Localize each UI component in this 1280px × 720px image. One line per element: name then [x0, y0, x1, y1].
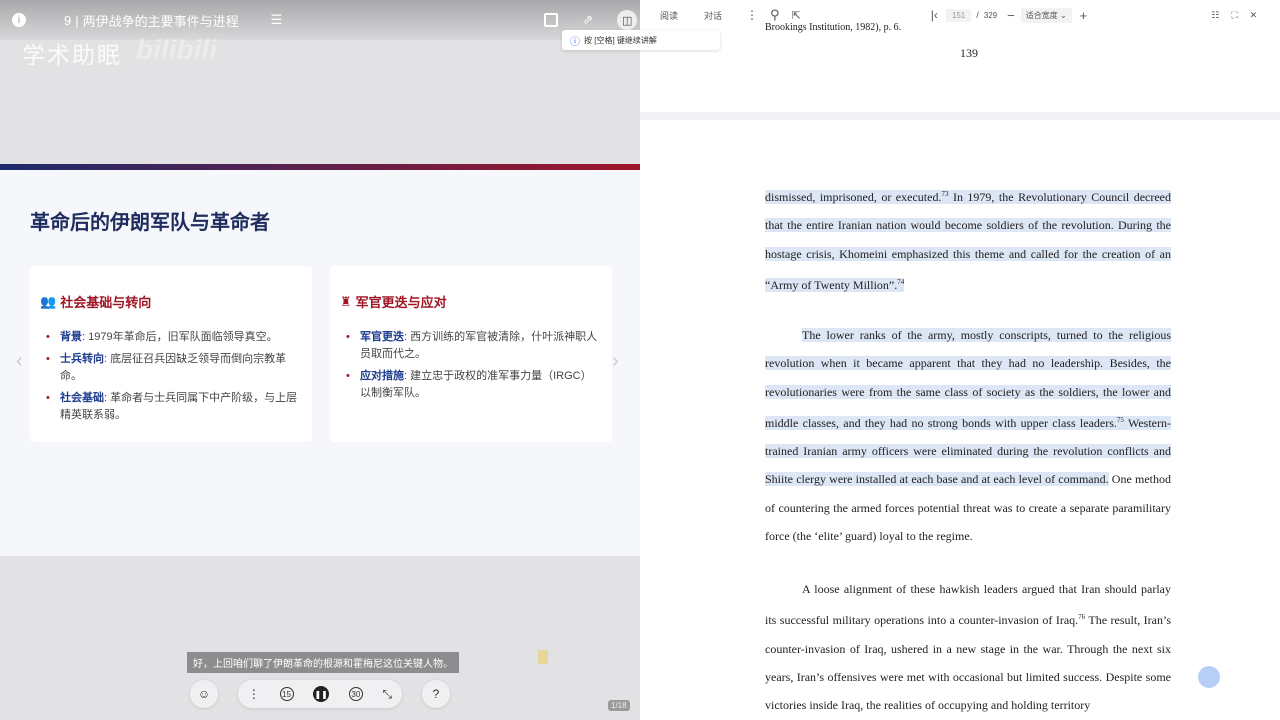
zoom-select[interactable]: 适合宽度 ⌄: [1020, 7, 1072, 23]
slide: 革命后的伊朗军队与革命者 👥社会基础与转向 背景: 1979年革命后，旧军队面临…: [0, 164, 640, 556]
top-bar: i 9 | 两伊战争的主要事件与进程 ☰ ⇗ ◫: [0, 0, 640, 40]
sidebar-toggle-icon[interactable]: [544, 13, 559, 27]
menu-icon[interactable]: ☰: [271, 12, 283, 28]
footnote: Brookings Institution, 1982), p. 6.: [765, 22, 902, 33]
outline-icon[interactable]: ☷: [1211, 10, 1219, 21]
playback-controls: ⋮ 15 ❚❚ 30 ⤡: [238, 680, 402, 708]
assistant-button[interactable]: [1198, 666, 1220, 688]
page-number: 139: [960, 46, 978, 60]
page-input[interactable]: 151: [945, 8, 972, 22]
card-social-basis: 👥社会基础与转向 背景: 1979年革命后，旧军队面临领导真空。 士兵转向: 底…: [30, 266, 312, 442]
next-slide-icon[interactable]: ›: [612, 350, 619, 373]
bilibili-logo: bilibili: [136, 34, 217, 65]
info-icon[interactable]: i: [12, 13, 26, 27]
slide-counter: 1/18: [608, 700, 630, 711]
paragraph: dismissed, imprisoned, or executed.73 In…: [765, 190, 1172, 292]
page-sep: /: [976, 10, 979, 20]
card-officer-change: ♜军官更迭与应对 军官更迭: 西方训练的军官被清除，什叶派神职人员取而代之。 应…: [330, 266, 612, 442]
prev-slide-icon[interactable]: ‹: [16, 350, 23, 373]
card-title: 军官更迭与应对: [355, 295, 447, 310]
select-icon[interactable]: ⇱: [792, 9, 801, 22]
help-icon: ?: [432, 687, 440, 701]
slide-title: 革命后的伊朗军队与革命者: [30, 212, 270, 234]
video-panel: i 9 | 两伊战争的主要事件与进程 ☰ ⇗ ◫ 学术助眠 bilibili ⓘ…: [0, 0, 720, 720]
pause-button[interactable]: ❚❚: [313, 686, 330, 702]
pdf-reader: 阅读 对话 ⋮ ⚲ ⇱ |‹ 151 / 329 − 适合宽度 ⌄ + ☷ ⛶ …: [640, 0, 1280, 720]
share-icon[interactable]: ⇗: [582, 12, 593, 28]
more-icon[interactable]: ⋮: [248, 687, 260, 701]
divider: |: [75, 12, 79, 28]
watermark: 学术助眠: [22, 42, 122, 68]
avatar-button[interactable]: ☺: [190, 680, 218, 708]
paragraph: The lower ranks of the army, mostly cons…: [765, 328, 1172, 544]
help-button[interactable]: ?: [422, 680, 450, 708]
tooltip: ⓘ 按 [空格] 键继续讲解: [562, 30, 720, 50]
paragraph: A loose alignment of these hawkish leade…: [765, 582, 1172, 713]
card-title: 社会基础与转向: [60, 295, 152, 310]
episode-title: 两伊战争的主要事件与进程: [82, 13, 239, 29]
zoom-in-icon[interactable]: +: [1080, 8, 1088, 23]
cursor-icon: [538, 650, 548, 664]
fullscreen-icon[interactable]: ⛶: [1231, 10, 1237, 21]
close-icon[interactable]: ✕: [1250, 10, 1258, 21]
rewind-button[interactable]: 15: [279, 687, 294, 701]
zoom-out-icon[interactable]: −: [1007, 8, 1015, 23]
chess-icon: ♜: [340, 293, 352, 309]
page-separator: [640, 112, 1280, 120]
list-item: 背景: 1979年革命后，旧军队面临领导真空。: [40, 329, 302, 346]
reader-toolbar: 阅读 对话 ⋮ ⚲ ⇱ |‹ 151 / 329 − 适合宽度 ⌄ + ☷ ⛶ …: [640, 0, 1280, 30]
episode-number: 9: [64, 12, 72, 28]
tab-chat[interactable]: 对话: [704, 9, 722, 22]
list-item: 应对措施: 建立忠于政权的准军事力量（IRGC）以制衡军队。: [340, 368, 602, 402]
list-item: 士兵转向: 底层征召兵因缺乏领导而倒向宗教革命。: [40, 351, 302, 385]
more-icon[interactable]: ⋮: [746, 8, 758, 22]
list-item: 军官更迭: 西方训练的军官被清除，什叶派神职人员取而代之。: [340, 329, 602, 363]
subtitle: 好，上回咱们聊了伊朗革命的根源和霍梅尼这位关键人物。: [187, 652, 459, 673]
avatar-icon: ☺: [197, 687, 211, 701]
scrollbar[interactable]: [1274, 0, 1280, 720]
page-total: 329: [983, 10, 998, 20]
users-icon: 👥: [40, 293, 57, 309]
forward-button[interactable]: 30: [348, 687, 363, 701]
search-icon[interactable]: ⚲: [770, 7, 780, 23]
tab-read[interactable]: 阅读: [660, 9, 678, 22]
split-view-icon[interactable]: ◫: [617, 10, 638, 30]
first-page-icon[interactable]: |‹: [931, 8, 938, 22]
list-item: 社会基础: 革命者与士兵同属下中产阶级，与上层精英联系弱。: [40, 390, 302, 424]
collapse-icon[interactable]: ⤡: [383, 687, 393, 702]
tooltip-text: 按 [空格] 键继续讲解: [584, 35, 657, 45]
info-icon: ⓘ: [570, 36, 580, 48]
